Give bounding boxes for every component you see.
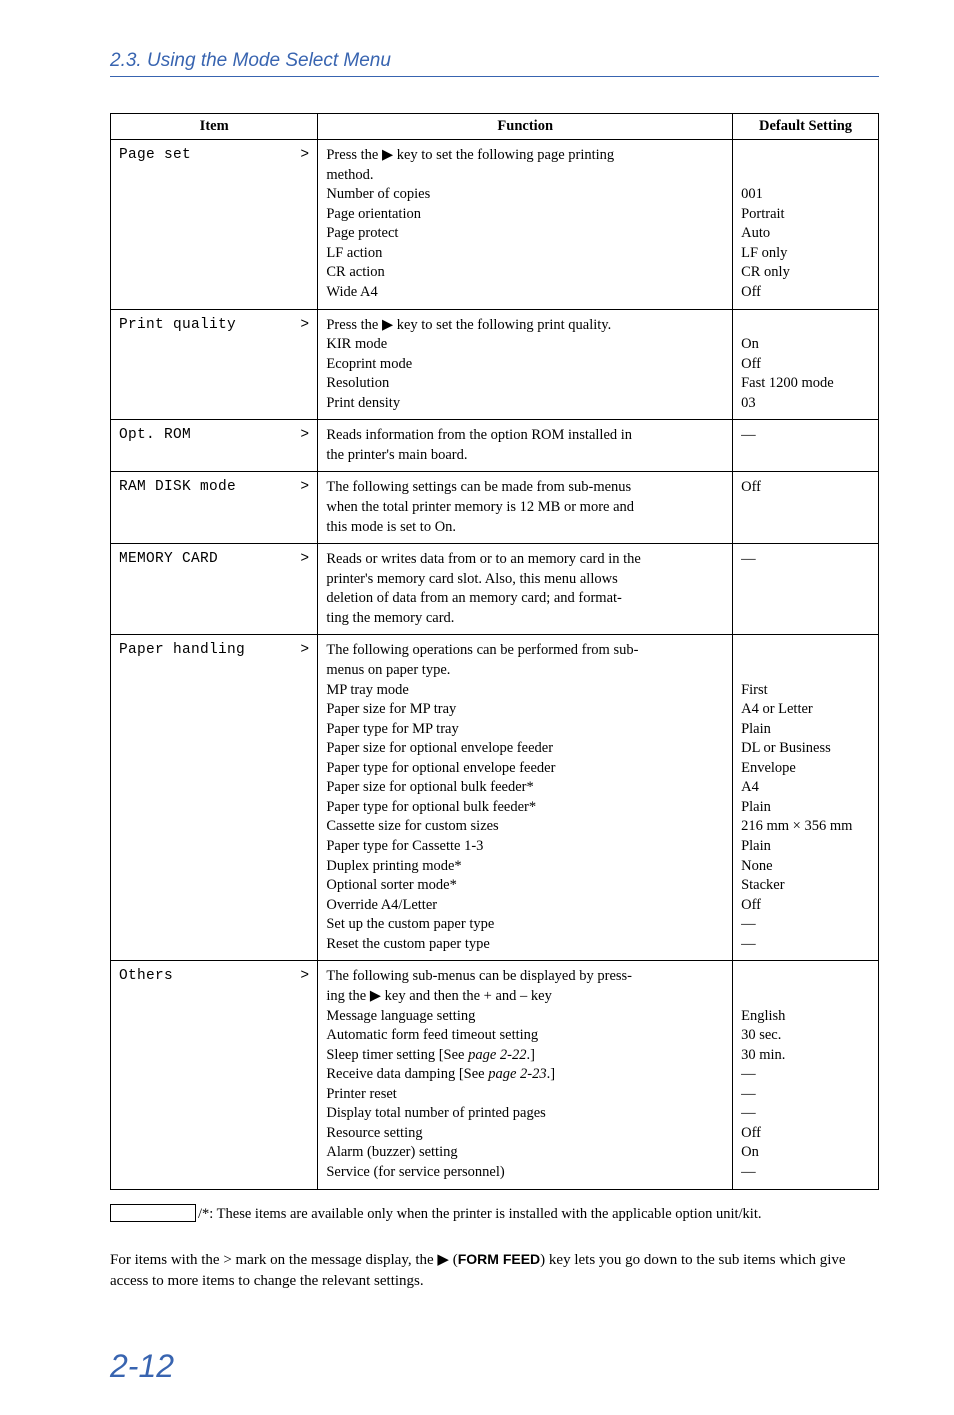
- item-cell: Page set>: [111, 140, 318, 310]
- mode-select-table: Item Function Default Setting Page set>P…: [110, 113, 879, 1190]
- col-default: Default Setting: [733, 114, 879, 140]
- item-cell: Paper handling>: [111, 635, 318, 961]
- table-row: Opt. ROM>Reads information from the opti…: [111, 420, 879, 472]
- table-row: RAM DISK mode>The following settings can…: [111, 472, 879, 544]
- note-box: [110, 1204, 196, 1222]
- default-cell: 001PortraitAutoLF onlyCR onlyOff: [733, 140, 879, 310]
- default-cell: English30 sec.30 min.———OffOn—: [733, 961, 879, 1189]
- default-cell: —: [733, 420, 879, 472]
- default-cell: —: [733, 544, 879, 635]
- default-cell: FirstA4 or LetterPlainDL or BusinessEnve…: [733, 635, 879, 961]
- item-cell: Others>: [111, 961, 318, 1189]
- col-function: Function: [318, 114, 733, 140]
- item-cell: Opt. ROM>: [111, 420, 318, 472]
- default-cell: Off: [733, 472, 879, 544]
- body-paragraph: For items with the > mark on the message…: [110, 1250, 879, 1292]
- table-row: Others>The following sub-menus can be di…: [111, 961, 879, 1189]
- item-cell: Print quality>: [111, 309, 318, 420]
- default-cell: OnOffFast 1200 mode03: [733, 309, 879, 420]
- table-row: Page set>Press the ▶ key to set the foll…: [111, 140, 879, 310]
- function-cell: Reads or writes data from or to an memor…: [318, 544, 733, 635]
- col-item: Item: [111, 114, 318, 140]
- table-row: Print quality>Press the ▶ key to set the…: [111, 309, 879, 420]
- table-row: MEMORY CARD>Reads or writes data from or…: [111, 544, 879, 635]
- function-cell: Reads information from the option ROM in…: [318, 420, 733, 472]
- footnote: /*: These items are available only when …: [198, 1204, 761, 1224]
- page-number: 2-12: [110, 1348, 879, 1385]
- item-cell: RAM DISK mode>: [111, 472, 318, 544]
- section-header: 2.3. Using the Mode Select Menu: [110, 50, 879, 77]
- item-cell: MEMORY CARD>: [111, 544, 318, 635]
- function-cell: The following sub-menus can be displayed…: [318, 961, 733, 1189]
- function-cell: The following operations can be performe…: [318, 635, 733, 961]
- table-row: Paper handling>The following operations …: [111, 635, 879, 961]
- function-cell: Press the ▶ key to set the following pag…: [318, 140, 733, 310]
- function-cell: The following settings can be made from …: [318, 472, 733, 544]
- function-cell: Press the ▶ key to set the following pri…: [318, 309, 733, 420]
